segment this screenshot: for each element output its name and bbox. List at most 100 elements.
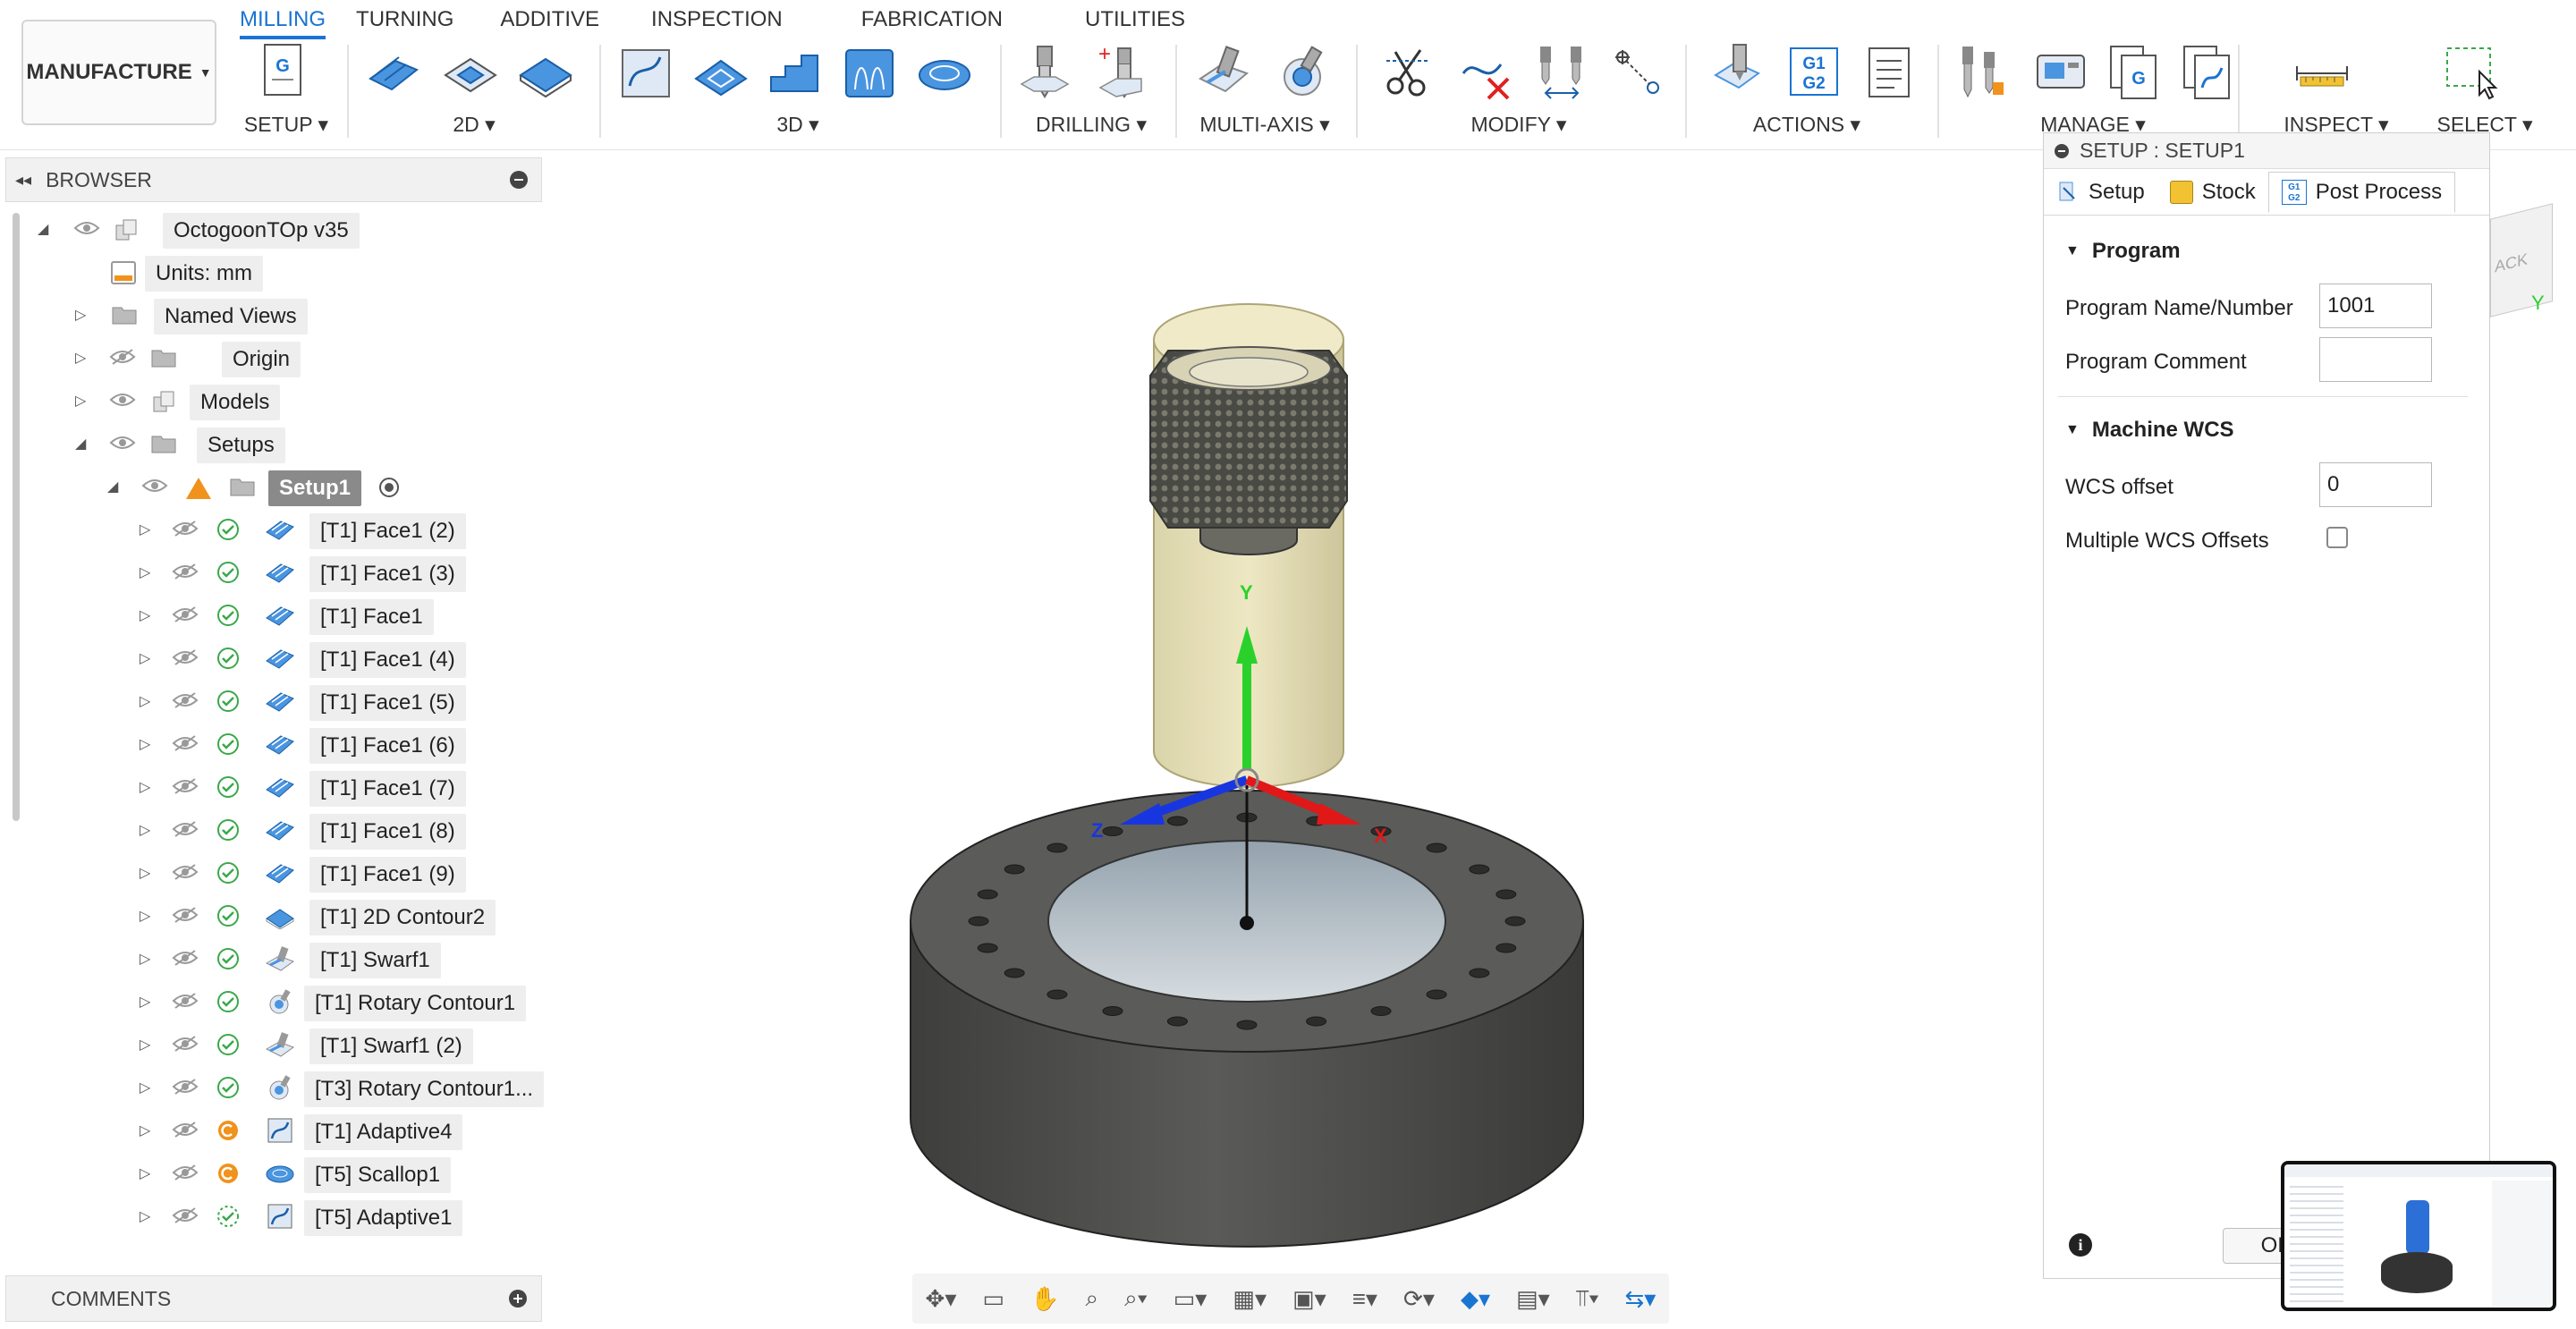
wcs-offset-input[interactable]: 0 bbox=[2319, 462, 2432, 507]
simulation-icon[interactable]: ⇆▾ bbox=[1624, 1285, 1656, 1313]
operation-label[interactable]: [T1] Face1 (5) bbox=[309, 685, 466, 721]
collapsed-triangle-icon[interactable]: ▷ bbox=[140, 521, 156, 538]
tab-stock[interactable]: Stock bbox=[2157, 172, 2268, 213]
operation-row[interactable]: ▷ [T1] Rotary Contour1 bbox=[5, 980, 542, 1023]
tree-row[interactable]: ◢ Setup1 bbox=[5, 465, 542, 508]
2d-pocket-icon[interactable] bbox=[517, 43, 574, 102]
post-process-icon[interactable]: G1 G2 bbox=[1785, 43, 1843, 102]
operation-row[interactable]: ▷ [T1] Face1 (6) bbox=[5, 723, 542, 766]
operation-row[interactable]: ▷ [T1] Face1 (2) bbox=[5, 508, 542, 551]
window-select-icon[interactable] bbox=[2442, 43, 2499, 102]
workspace-switcher[interactable]: MANUFACTURE ▼ bbox=[21, 20, 216, 125]
eye-hidden-icon[interactable] bbox=[172, 991, 199, 1009]
tree-row[interactable]: ▷ Named Views bbox=[5, 293, 542, 336]
tree-row[interactable]: ▷ Models bbox=[5, 379, 542, 422]
eye-icon[interactable] bbox=[109, 390, 136, 408]
active-setup-radio[interactable] bbox=[379, 478, 399, 497]
tab-milling[interactable]: MILLING bbox=[240, 0, 326, 39]
rotate-icon[interactable]: ⟳▾ bbox=[1403, 1285, 1435, 1313]
collapsed-triangle-icon[interactable]: ▷ bbox=[140, 1122, 156, 1139]
operation-label[interactable]: [T1] Adaptive4 bbox=[304, 1114, 463, 1150]
tree-row[interactable]: ◢ Setups bbox=[5, 422, 542, 465]
operation-row[interactable]: ▷ [T3] Rotary Contour1... bbox=[5, 1066, 545, 1109]
tool-library-icon[interactable] bbox=[1953, 43, 2011, 102]
viewports-icon[interactable]: ▣▾ bbox=[1292, 1285, 1326, 1313]
operation-row[interactable]: ▷ [T1] Face1 bbox=[5, 594, 542, 637]
operation-row[interactable]: ▷ [T1] Adaptive4 bbox=[5, 1109, 542, 1152]
setup-sheet-icon[interactable] bbox=[1860, 43, 1918, 102]
tree-item-origin[interactable]: Origin bbox=[222, 342, 301, 377]
orbit-icon[interactable]: ✥▾ bbox=[926, 1285, 957, 1313]
eye-hidden-icon[interactable] bbox=[172, 605, 199, 622]
operation-label[interactable]: [T1] Swarf1 (2) bbox=[309, 1028, 473, 1064]
collapsed-triangle-icon[interactable]: ▷ bbox=[140, 778, 156, 796]
setup-menu[interactable]: SETUP ▾ bbox=[244, 113, 328, 137]
multiple-wcs-checkbox[interactable] bbox=[2326, 527, 2348, 548]
eye-hidden-icon[interactable] bbox=[109, 347, 136, 365]
actions-menu[interactable]: ACTIONS ▾ bbox=[1753, 113, 1860, 137]
collapse-browser-icon[interactable]: ◂◂ bbox=[15, 171, 31, 190]
tree-row[interactable]: ▷ Origin bbox=[5, 336, 542, 379]
grid-icon[interactable]: ▦▾ bbox=[1233, 1285, 1267, 1313]
multiaxis-menu[interactable]: MULTI-AXIS ▾ bbox=[1199, 113, 1329, 137]
machine-wcs-section-header[interactable]: ▼ Machine WCS bbox=[2065, 418, 2234, 443]
scallop-icon[interactable] bbox=[916, 43, 973, 102]
machine-library-icon[interactable] bbox=[2032, 43, 2089, 102]
minimize-icon[interactable] bbox=[510, 171, 528, 189]
operation-label[interactable]: [T1] Face1 (3) bbox=[309, 556, 466, 592]
eye-hidden-icon[interactable] bbox=[172, 648, 199, 665]
display-settings-icon[interactable]: ▭▾ bbox=[1174, 1285, 1208, 1313]
eye-hidden-icon[interactable] bbox=[172, 1163, 199, 1181]
zoom-icon[interactable]: ⌕ bbox=[1086, 1284, 1099, 1313]
tab-setup[interactable]: Setup bbox=[2044, 172, 2157, 213]
operation-label[interactable]: [T1] Face1 (8) bbox=[309, 814, 466, 850]
collapsed-triangle-icon[interactable]: ▷ bbox=[140, 1164, 156, 1182]
eye-hidden-icon[interactable] bbox=[172, 690, 199, 708]
swarf-icon[interactable] bbox=[1195, 43, 1252, 102]
operation-row[interactable]: ▷ [T1] Face1 (7) bbox=[5, 766, 542, 808]
drilling-menu[interactable]: DRILLING ▾ bbox=[1036, 113, 1147, 137]
eye-hidden-icon[interactable] bbox=[172, 862, 199, 880]
tree-row[interactable]: ◢ OctogoonTOp v35 bbox=[5, 207, 542, 250]
eye-icon[interactable] bbox=[141, 476, 168, 494]
collapsed-triangle-icon[interactable]: ▷ bbox=[140, 692, 156, 710]
tab-turning[interactable]: TURNING bbox=[356, 0, 453, 39]
section-icon[interactable]: ≡▾ bbox=[1352, 1285, 1377, 1313]
operation-label[interactable]: [T1] Rotary Contour1 bbox=[304, 986, 527, 1021]
2d-adaptive-icon[interactable] bbox=[442, 43, 499, 102]
collapsed-triangle-icon[interactable]: ▷ bbox=[140, 864, 156, 882]
thread-icon[interactable]: + bbox=[1093, 42, 1150, 102]
eye-icon[interactable] bbox=[73, 218, 100, 236]
operation-label[interactable]: [T1] Face1 bbox=[309, 599, 434, 635]
modify-menu[interactable]: MODIFY ▾ bbox=[1471, 113, 1567, 137]
operation-label[interactable]: [T1] Face1 (4) bbox=[309, 642, 466, 678]
collapsed-triangle-icon[interactable]: ▷ bbox=[140, 1207, 156, 1225]
eye-icon[interactable] bbox=[109, 433, 136, 451]
drill-icon[interactable] bbox=[1016, 43, 1073, 102]
operation-row[interactable]: ▷ [T5] Adaptive1 bbox=[5, 1195, 542, 1238]
operation-row[interactable]: ▷ [T1] Face1 (8) bbox=[5, 808, 542, 851]
scissors-icon[interactable] bbox=[1379, 43, 1436, 102]
operation-label[interactable]: [T5] Scallop1 bbox=[304, 1157, 452, 1193]
collapsed-triangle-icon[interactable]: ▷ bbox=[140, 563, 156, 581]
tab-utilities[interactable]: UTILITIES bbox=[1085, 0, 1185, 39]
zoom-window-icon[interactable]: ⌕▾ bbox=[1124, 1284, 1147, 1313]
program-section-header[interactable]: ▼ Program bbox=[2065, 239, 2181, 264]
program-comment-input[interactable] bbox=[2319, 337, 2432, 382]
collapsed-triangle-icon[interactable]: ▷ bbox=[140, 735, 156, 753]
operation-label[interactable]: [T1] Swarf1 bbox=[309, 943, 441, 978]
camera-icon[interactable]: ▤▾ bbox=[1516, 1285, 1550, 1313]
3d-adaptive-icon[interactable] bbox=[617, 43, 674, 102]
3d-pocket-icon[interactable] bbox=[692, 43, 750, 102]
collapsed-triangle-icon[interactable]: ▷ bbox=[140, 1079, 156, 1096]
collapsed-triangle-icon[interactable]: ▷ bbox=[140, 821, 156, 839]
eye-hidden-icon[interactable] bbox=[172, 905, 199, 923]
post-library-icon[interactable] bbox=[2179, 43, 2236, 102]
eye-hidden-icon[interactable] bbox=[172, 519, 199, 537]
3d-menu[interactable]: 3D ▾ bbox=[776, 113, 818, 137]
collapsed-triangle-icon[interactable]: ▷ bbox=[140, 993, 156, 1011]
tree-item-named-views[interactable]: Named Views bbox=[154, 299, 308, 334]
operation-label[interactable]: [T1] Face1 (9) bbox=[309, 857, 466, 893]
eye-hidden-icon[interactable] bbox=[172, 1034, 199, 1052]
program-name-input[interactable]: 1001 bbox=[2319, 284, 2432, 328]
